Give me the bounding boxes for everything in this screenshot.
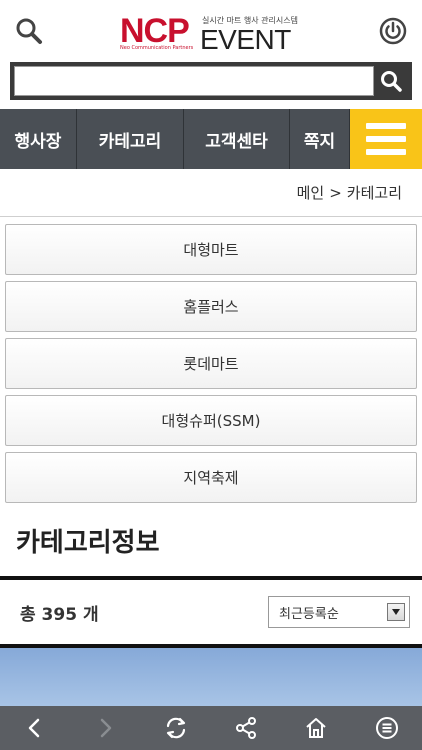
forward-button[interactable]	[83, 706, 127, 750]
forward-icon	[101, 718, 112, 738]
browser-toolbar	[0, 706, 422, 750]
menu-button[interactable]	[365, 706, 409, 750]
back-button[interactable]	[13, 706, 57, 750]
refresh-button[interactable]	[154, 706, 198, 750]
category-button-local-festival[interactable]: 지역축제	[5, 452, 417, 503]
logo-subtitle: Neo Communication Partners	[120, 45, 194, 51]
nav-item-venue[interactable]: 행사장	[0, 109, 77, 169]
home-button[interactable]	[294, 706, 338, 750]
search-icon[interactable]	[14, 16, 44, 46]
sort-select[interactable]: 최근등록순	[268, 596, 410, 628]
hamburger-icon	[366, 123, 406, 129]
breadcrumb-current: 카테고리	[346, 184, 402, 202]
share-button[interactable]	[224, 706, 268, 750]
ncp-event-logo[interactable]: NCP 실시간 마트 행사 관리시스템 EVENT Neo Communicat…	[120, 14, 305, 54]
category-list: 대형마트 홈플러스 롯데마트 대형슈퍼(SSM) 지역축제	[5, 224, 417, 509]
refresh-icon	[166, 717, 185, 739]
category-button-ssm[interactable]: 대형슈퍼(SSM)	[5, 395, 417, 446]
category-button-lotte-mart[interactable]: 롯데마트	[5, 338, 417, 389]
search-icon	[381, 71, 402, 92]
hamburger-menu-button[interactable]	[350, 109, 422, 169]
back-icon	[28, 718, 40, 738]
power-icon[interactable]	[378, 16, 408, 46]
section-title: 카테고리정보	[16, 528, 160, 558]
category-button-large-mart[interactable]: 대형마트	[5, 224, 417, 275]
event-image[interactable]	[0, 648, 422, 706]
category-button-homeplus[interactable]: 홈플러스	[5, 281, 417, 332]
share-icon	[236, 717, 257, 739]
sort-selected-value: 최근등록순	[279, 606, 339, 622]
total-count: 총 395 개	[20, 604, 99, 625]
search-input[interactable]	[14, 66, 374, 96]
breadcrumb-separator: >	[329, 183, 342, 202]
home-icon	[306, 718, 327, 738]
breadcrumb-home[interactable]: 메인	[297, 182, 325, 203]
dropdown-arrow-icon	[387, 603, 405, 621]
logo-event: EVENT	[200, 24, 291, 55]
breadcrumb: 메인 > 카테고리	[0, 169, 422, 217]
search-bar	[10, 62, 412, 100]
count-row: 총 395 개 최근등록순	[0, 580, 422, 644]
nav-item-category[interactable]: 카테고리	[77, 109, 184, 169]
nav-item-customer-center[interactable]: 고객센타	[184, 109, 290, 169]
search-button[interactable]	[374, 66, 408, 96]
nav-item-messages[interactable]: 쪽지	[290, 109, 350, 169]
app-header: NCP 실시간 마트 행사 관리시스템 EVENT Neo Communicat…	[0, 0, 422, 62]
menu-icon	[375, 717, 398, 739]
main-nav: 행사장 카테고리 고객센타 쪽지	[0, 109, 422, 169]
logo-ncp: NCP	[120, 12, 190, 50]
